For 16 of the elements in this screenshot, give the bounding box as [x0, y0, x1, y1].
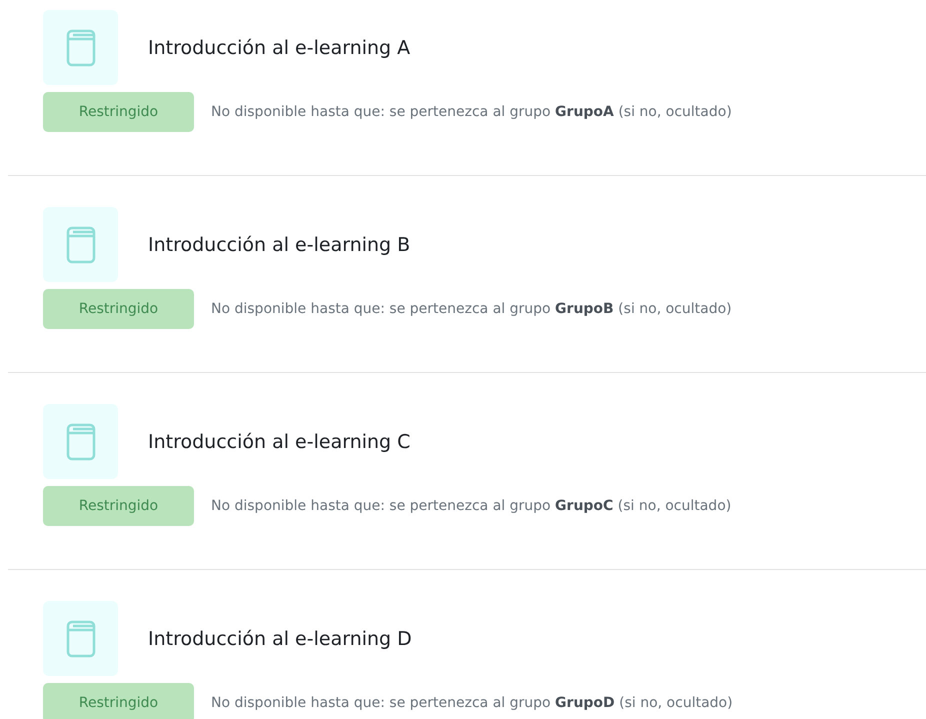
activity-title[interactable]: Introducción al e-learning A	[148, 36, 410, 58]
book-icon	[66, 620, 96, 658]
restriction-text: No disponible hasta que: se pertenezca al grupo GrupoB (si no, ocultado)	[211, 301, 732, 317]
restricted-badge: Restringido	[43, 486, 194, 526]
book-icon	[66, 422, 96, 460]
restricted-badge: Restringido	[43, 92, 194, 132]
activity-title[interactable]: Introducción al e-learning D	[148, 628, 412, 650]
book-icon	[66, 226, 96, 264]
restriction-text: No disponible hasta que: se pertenezca al grupo GrupoC (si no, ocultado)	[211, 498, 732, 514]
book-icon	[66, 28, 96, 66]
activity-title[interactable]: Introducción al e-learning C	[148, 430, 410, 452]
restricted-badge: Restringido	[43, 289, 194, 329]
restriction-text: No disponible hasta que: se pertenezca al grupo GrupoA (si no, ocultado)	[211, 104, 732, 120]
restriction-text: No disponible hasta que: se pertenezca al grupo GrupoD (si no, ocultado)	[211, 695, 733, 711]
restricted-badge: Restringido	[43, 683, 194, 719]
activity-title[interactable]: Introducción al e-learning B	[148, 234, 410, 256]
